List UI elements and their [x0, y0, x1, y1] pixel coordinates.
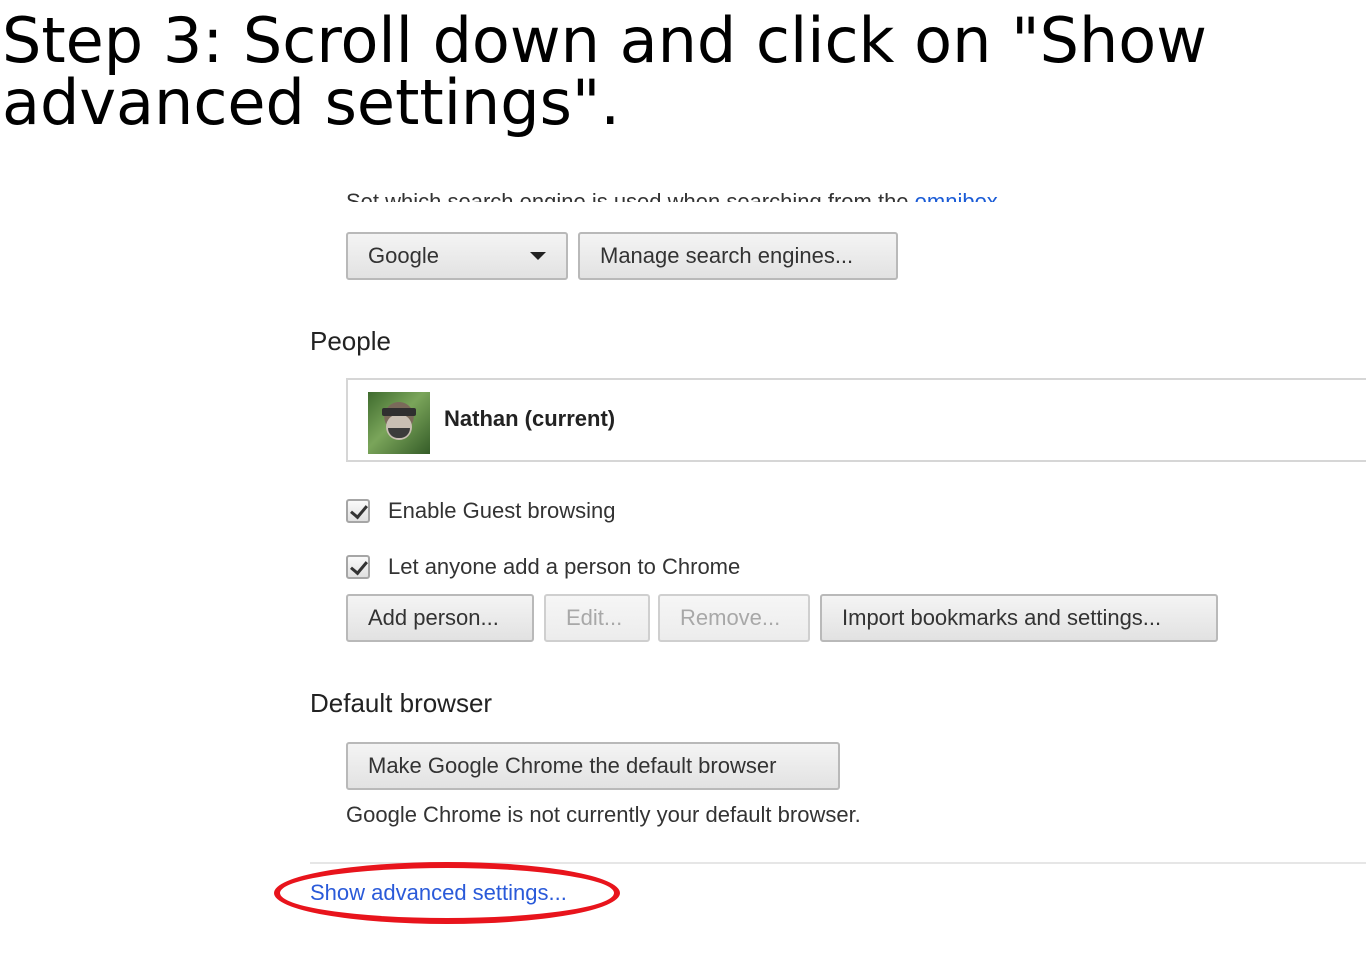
anyone-add-person-checkbox[interactable] — [346, 555, 370, 579]
remove-person-button: Remove... — [658, 594, 810, 642]
omnibox-link[interactable]: omnibox — [915, 189, 998, 202]
default-browser-status: Google Chrome is not currently your defa… — [346, 802, 861, 827]
make-default-browser-button[interactable]: Make Google Chrome the default browser — [346, 742, 840, 790]
search-engine-select[interactable]: Google — [346, 232, 568, 280]
anyone-add-person-option[interactable]: Let anyone add a person to Chrome — [346, 554, 740, 580]
highlight-circle-annotation — [274, 862, 620, 924]
avatar-headband — [382, 408, 416, 416]
instruction-line-2: advanced settings". — [2, 66, 621, 139]
manage-search-engines-button[interactable]: Manage search engines... — [578, 232, 898, 280]
guest-browsing-option[interactable]: Enable Guest browsing — [346, 498, 615, 524]
guest-browsing-checkbox[interactable] — [346, 499, 370, 523]
add-person-button[interactable]: Add person... — [346, 594, 534, 642]
people-list: Nathan (current) — [346, 378, 1366, 462]
dropdown-caret-icon — [530, 252, 546, 260]
import-bookmarks-button[interactable]: Import bookmarks and settings... — [820, 594, 1218, 642]
guest-browsing-label: Enable Guest browsing — [388, 498, 616, 523]
people-section-heading: People — [310, 326, 391, 356]
search-description-text: Set which search engine is used when sea… — [346, 189, 915, 202]
search-engine-selected-value: Google — [368, 243, 439, 268]
anyone-add-person-label: Let anyone add a person to Chrome — [388, 554, 741, 579]
search-engine-description: Set which search engine is used when sea… — [346, 186, 1004, 202]
current-profile-name[interactable]: Nathan (current) — [444, 406, 615, 432]
step-instruction-title: Step 3: Scroll down and click on "Show ad… — [2, 10, 1207, 134]
edit-person-button: Edit... — [544, 594, 650, 642]
search-description-period: . — [997, 189, 1004, 202]
profile-avatar — [368, 392, 430, 454]
default-browser-section-heading: Default browser — [310, 688, 493, 718]
